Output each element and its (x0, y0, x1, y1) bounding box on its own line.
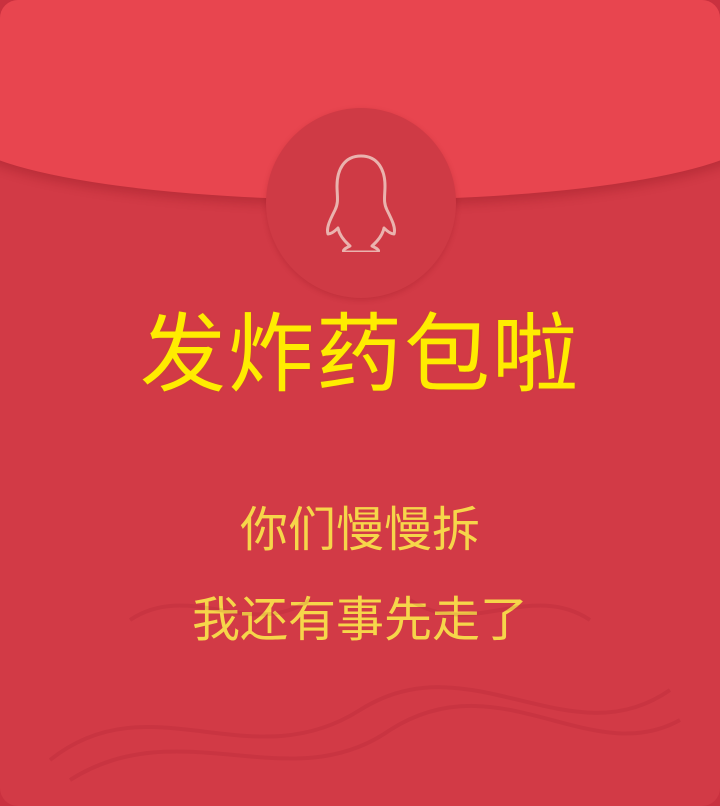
red-envelope[interactable]: 发炸药包啦 你们慢慢拆 我还有事先走了 (0, 0, 720, 806)
penguin-outline-icon (326, 154, 396, 252)
envelope-seal-button[interactable] (266, 108, 456, 298)
decorative-pattern (48, 598, 681, 782)
envelope-title: 发炸药包啦 (140, 305, 580, 405)
message-line-1: 你们慢慢拆 (239, 502, 480, 558)
